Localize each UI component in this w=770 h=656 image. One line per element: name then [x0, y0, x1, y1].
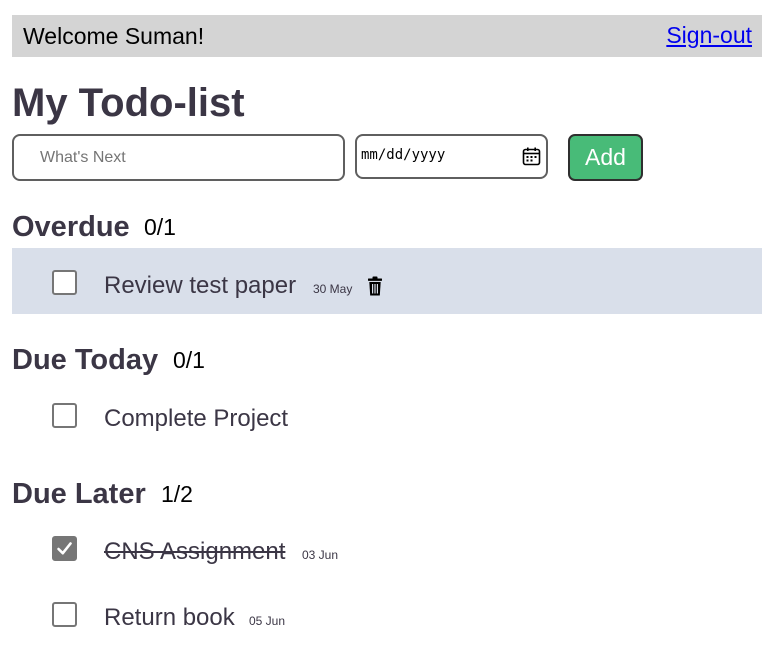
sign-out-link[interactable]: Sign-out	[666, 22, 752, 49]
todo-item-label: Complete Project	[104, 405, 289, 432]
todo-checkbox[interactable]	[52, 602, 77, 627]
section-title-overdue: Overdue	[12, 211, 130, 243]
due-date-input[interactable]: mm/dd/yyyy	[355, 134, 548, 179]
section-count-overdue: 0/1	[144, 214, 176, 240]
section-title-due-later: Due Later	[12, 478, 146, 510]
todo-checkbox[interactable]	[52, 403, 77, 428]
todo-item-label: CNS Assignment	[104, 538, 286, 565]
todo-item: Complete Project	[12, 381, 762, 447]
trash-icon[interactable]	[368, 276, 382, 296]
date-placeholder-text: mm/dd/yyyy	[361, 147, 446, 163]
todo-checkbox[interactable]	[52, 270, 77, 295]
todo-due-date: 30 May	[313, 282, 353, 296]
page-title: My Todo-list	[12, 81, 245, 125]
section-title-due-today: Due Today	[12, 344, 159, 376]
todo-item: CNS Assignment 03 Jun	[12, 514, 762, 580]
calendar-icon[interactable]	[522, 147, 541, 166]
todo-due-date: 05 Jun	[249, 614, 286, 628]
add-button[interactable]: Add	[568, 134, 643, 181]
welcome-text: Welcome Suman!	[23, 23, 205, 49]
todo-item: Return book 05 Jun	[12, 580, 762, 646]
todo-text-input[interactable]	[12, 134, 345, 181]
todo-checkbox-checked[interactable]	[52, 536, 77, 561]
section-count-due-today: 0/1	[173, 347, 205, 373]
todo-due-date: 03 Jun	[302, 548, 339, 562]
checkmark-icon	[57, 542, 72, 555]
section-count-due-later: 1/2	[161, 481, 193, 507]
todo-item: Review test paper 30 May	[12, 248, 762, 314]
todo-item-label: Return book	[104, 604, 235, 631]
header-bar: Welcome Suman! Sign-out	[12, 15, 762, 57]
todo-item-label: Review test paper	[104, 272, 297, 299]
